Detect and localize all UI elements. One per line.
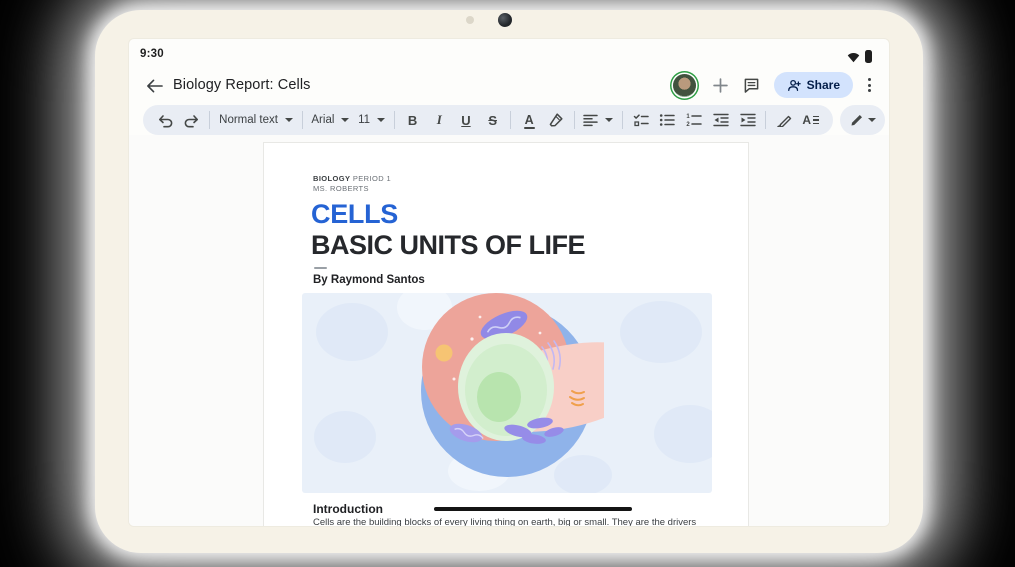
toolbar-divider xyxy=(394,111,395,129)
formatting-toolbar: Normal text Arial 11 B I U S A xyxy=(129,105,889,135)
italic-button[interactable]: I xyxy=(430,109,448,131)
checklist-icon[interactable] xyxy=(632,109,650,131)
paragraph-style-select[interactable]: Normal text xyxy=(219,114,293,126)
pen-tool-icon[interactable] xyxy=(775,109,793,131)
doc-meta-period: PERIOD 1 xyxy=(350,174,391,183)
toolbar-divider xyxy=(574,111,575,129)
cell-cutaway-graphic xyxy=(414,293,604,491)
redo-icon[interactable] xyxy=(183,109,201,131)
decrease-indent-icon[interactable] xyxy=(712,109,730,131)
clock: 9:30 xyxy=(140,48,164,60)
bold-button[interactable]: B xyxy=(404,109,422,131)
font-family-select[interactable]: Arial xyxy=(311,114,349,126)
svg-text:1: 1 xyxy=(687,114,691,120)
doc-heading-main: BASIC UNITS OF LIFE xyxy=(311,230,585,261)
format-options-icon[interactable]: A xyxy=(802,109,820,131)
toolbar-divider xyxy=(622,111,623,129)
font-size-value: 11 xyxy=(358,114,370,126)
font-family-value: Arial xyxy=(311,114,334,126)
toolbar-divider xyxy=(765,111,766,129)
toolbar-divider xyxy=(209,111,210,129)
bulleted-list-icon[interactable] xyxy=(658,109,676,131)
edit-mode-button[interactable] xyxy=(840,105,885,135)
align-left-icon xyxy=(583,114,598,127)
doc-divider-dash xyxy=(314,267,327,269)
toolbar-divider xyxy=(302,111,303,129)
status-bar: 9:30 xyxy=(129,39,889,67)
paragraph-style-value: Normal text xyxy=(219,114,278,126)
doc-byline: By Raymond Santos xyxy=(313,274,425,286)
text-color-letter: A xyxy=(525,113,534,127)
underline-button[interactable]: U xyxy=(457,109,475,131)
add-icon[interactable] xyxy=(712,76,730,94)
doc-meta-line1: BIOLOGY PERIOD 1 xyxy=(313,174,391,183)
comment-icon[interactable] xyxy=(743,76,761,94)
tablet-screen: 9:30 Biology Report: Cells xyxy=(128,38,890,527)
doc-meta-line2: MS. ROBERTS xyxy=(313,184,369,193)
document-title[interactable]: Biology Report: Cells xyxy=(173,77,311,93)
text-color-button[interactable]: A xyxy=(520,109,538,131)
strikethrough-button[interactable]: S xyxy=(484,109,502,131)
font-size-select[interactable]: 11 xyxy=(358,114,385,126)
battery-icon xyxy=(865,50,872,63)
cell-illustration xyxy=(302,293,712,493)
back-icon[interactable] xyxy=(143,75,165,97)
toolbar-divider xyxy=(510,111,511,129)
tablet-device: 9:30 Biology Report: Cells xyxy=(95,10,923,553)
chevron-down-icon xyxy=(341,118,349,122)
overflow-menu-icon[interactable] xyxy=(866,74,873,96)
increase-indent-icon[interactable] xyxy=(739,109,757,131)
undo-icon[interactable] xyxy=(156,109,174,131)
chevron-down-icon xyxy=(285,118,293,122)
doc-section-heading: Introduction xyxy=(313,502,383,516)
app-bar: Biology Report: Cells Share xyxy=(129,67,889,103)
numbered-list-icon[interactable]: 12 xyxy=(685,109,703,131)
chevron-down-icon xyxy=(377,118,385,122)
light-sensor xyxy=(466,16,474,24)
chevron-down-icon xyxy=(868,118,876,122)
chevron-down-icon xyxy=(605,118,613,122)
wifi-icon xyxy=(847,51,860,63)
share-label: Share xyxy=(807,78,840,92)
align-select[interactable] xyxy=(583,114,613,127)
account-avatar[interactable] xyxy=(673,74,696,97)
toolbar-pill: Normal text Arial 11 B I U S A xyxy=(143,105,833,135)
svg-text:2: 2 xyxy=(687,122,691,127)
pencil-icon xyxy=(850,113,864,127)
person-add-icon xyxy=(787,79,801,92)
document-page[interactable]: BIOLOGY PERIOD 1 MS. ROBERTS CELLS BASIC… xyxy=(263,142,749,527)
ink-annotation-line xyxy=(434,507,632,511)
doc-meta-course: BIOLOGY xyxy=(313,174,350,183)
document-canvas: BIOLOGY PERIOD 1 MS. ROBERTS CELLS BASIC… xyxy=(129,135,889,527)
highlight-color-icon[interactable] xyxy=(547,109,565,131)
format-options-letter: A xyxy=(802,113,811,127)
share-button[interactable]: Share xyxy=(774,72,853,98)
front-camera xyxy=(498,13,512,27)
doc-body-text: Cells are the building blocks of every l… xyxy=(313,517,705,527)
doc-heading-accent: CELLS xyxy=(311,199,398,230)
